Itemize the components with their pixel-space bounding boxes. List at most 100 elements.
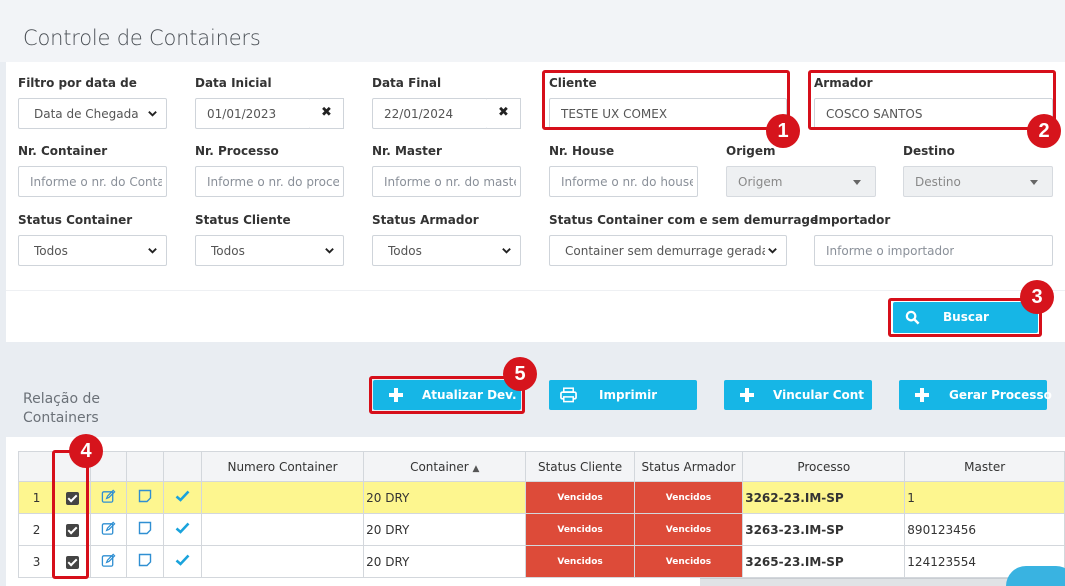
header-master[interactable]: Master <box>904 451 1065 482</box>
nr-house-placeholder: Informe o nr. do house <box>561 175 693 189</box>
row-check-button[interactable] <box>162 545 202 578</box>
nr-processo-input[interactable]: Informe o nr. do proces <box>195 166 344 197</box>
row-note-button[interactable] <box>126 513 164 546</box>
highlight-box-2 <box>808 70 1056 130</box>
filtro-data-label: Filtro por data de <box>18 76 137 90</box>
row-edit-button[interactable] <box>89 481 128 514</box>
section-label: Relação de Containers <box>23 390 100 428</box>
row-status-armador: Vencidos <box>633 545 744 578</box>
data-final-label: Data Final <box>372 76 442 90</box>
data-final-input[interactable]: 22/01/2024 <box>372 98 488 129</box>
row-check-button[interactable] <box>162 513 202 546</box>
header-status-cliente[interactable]: Status Cliente <box>525 451 635 482</box>
status-cliente-select[interactable]: Todos <box>195 235 344 266</box>
note-icon <box>138 489 152 503</box>
row-edit-button[interactable] <box>89 545 128 578</box>
edit-icon <box>101 489 116 503</box>
table-row[interactable]: 2 20 DRY Vencidos Vencidos 3263-23.IM-SP… <box>17 513 1065 546</box>
importador-input[interactable]: Informe o importador <box>814 235 1053 266</box>
plus-icon <box>740 388 754 402</box>
highlight-box-1 <box>542 70 790 130</box>
plus-icon <box>915 388 929 402</box>
row-container: 20 DRY <box>363 513 527 546</box>
badge-3: 3 <box>1020 280 1054 314</box>
row-master: 1 <box>904 481 1065 514</box>
section-label-line1: Relação de <box>23 391 100 407</box>
status-container-select[interactable]: Todos <box>18 235 167 266</box>
status-demurrage-label: Status Container com e sem demurrage <box>549 213 819 227</box>
status-armador-label: Status Armador <box>372 213 479 227</box>
nr-master-placeholder: Informe o nr. do master <box>384 175 516 189</box>
row-check-button[interactable] <box>162 481 202 514</box>
row-processo[interactable]: 3263-23.IM-SP <box>742 513 906 546</box>
note-icon <box>138 553 152 567</box>
nr-container-input[interactable]: Informe o nr. do Contai <box>18 166 167 197</box>
clear-data-inicial-button[interactable]: ✖ <box>310 98 344 129</box>
nr-house-label: Nr. House <box>549 144 615 158</box>
origem-select[interactable]: Origem <box>726 166 876 197</box>
nr-master-label: Nr. Master <box>372 144 442 158</box>
row-edit-button[interactable] <box>89 513 128 546</box>
table-row[interactable]: 3 20 DRY Vencidos Vencidos 3265-23.IM-SP… <box>17 545 1065 578</box>
edit-icon <box>101 553 116 567</box>
nr-house-input[interactable]: Informe o nr. do house <box>549 166 698 197</box>
row-note-button[interactable] <box>126 481 164 514</box>
header-container-label: Container <box>410 459 469 474</box>
note-icon <box>138 521 152 535</box>
header-note <box>126 451 164 482</box>
row-processo[interactable]: 3262-23.IM-SP <box>742 481 906 514</box>
nr-container-placeholder: Informe o nr. do Contai <box>30 175 162 189</box>
header-rownum <box>17 451 56 482</box>
vincular-label: Vincular Cont... <box>773 388 865 402</box>
filter-divider <box>6 290 1065 291</box>
highlight-box-5 <box>369 376 525 414</box>
status-armador-select[interactable]: Todos <box>372 235 521 266</box>
status-demurrage-select[interactable]: Container sem demurrage gerada <box>549 235 787 266</box>
filtro-data-select[interactable]: Data de Chegada <box>18 98 167 129</box>
header-numero-container[interactable]: Numero Container <box>200 451 365 482</box>
caret-down-icon <box>1030 180 1038 185</box>
vincular-button[interactable]: Vincular Cont... <box>724 380 872 410</box>
row-numero-container <box>200 481 365 514</box>
chevron-down-icon <box>148 111 157 117</box>
chevron-down-icon <box>325 248 334 254</box>
row-processo[interactable]: 3265-23.IM-SP <box>742 545 906 578</box>
status-container-label: Status Container <box>18 213 133 227</box>
badge-2: 2 <box>1027 114 1061 148</box>
header-processo[interactable]: Processo <box>742 451 906 482</box>
badge-1: 1 <box>766 114 800 148</box>
check-icon <box>175 522 190 534</box>
clear-data-final-button[interactable]: ✖ <box>487 98 521 129</box>
highlight-box-4 <box>52 450 89 579</box>
header-status-armador[interactable]: Status Armador <box>633 451 744 482</box>
row-status-armador: Vencidos <box>633 513 744 546</box>
origem-placeholder: Origem <box>738 175 783 189</box>
row-number: 1 <box>17 481 56 514</box>
table-header-row: Numero Container Container ▲ Status Clie… <box>17 451 1065 482</box>
times-icon: ✖ <box>321 105 332 120</box>
row-numero-container <box>200 513 365 546</box>
header-container[interactable]: Container ▲ <box>363 451 527 482</box>
times-icon: ✖ <box>498 105 509 120</box>
gerar-processo-button[interactable]: Gerar Processo <box>899 380 1052 410</box>
row-master: 890123456 <box>904 513 1065 546</box>
table-row[interactable]: 1 20 DRY Vencidos Vencidos 3262-23.IM-SP… <box>17 481 1065 514</box>
floating-action-button[interactable] <box>1006 566 1065 586</box>
data-inicial-input[interactable]: 01/01/2023 <box>195 98 311 129</box>
destino-select[interactable]: Destino <box>903 166 1053 197</box>
imprimir-button[interactable]: Imprimir <box>549 380 697 410</box>
imprimir-label: Imprimir <box>599 388 658 402</box>
check-icon <box>175 490 190 502</box>
chevron-down-icon <box>768 248 777 254</box>
row-note-button[interactable] <box>126 545 164 578</box>
caret-down-icon <box>853 180 861 185</box>
print-icon <box>560 387 577 403</box>
chevron-down-icon <box>148 248 157 254</box>
row-number: 3 <box>17 545 56 578</box>
nr-master-input[interactable]: Informe o nr. do master <box>372 166 521 197</box>
edit-icon <box>101 521 116 535</box>
row-status-cliente: Vencidos <box>525 513 635 546</box>
filtro-data-value: Data de Chegada <box>34 107 139 121</box>
row-numero-container <box>200 545 365 578</box>
header-check <box>162 451 202 482</box>
